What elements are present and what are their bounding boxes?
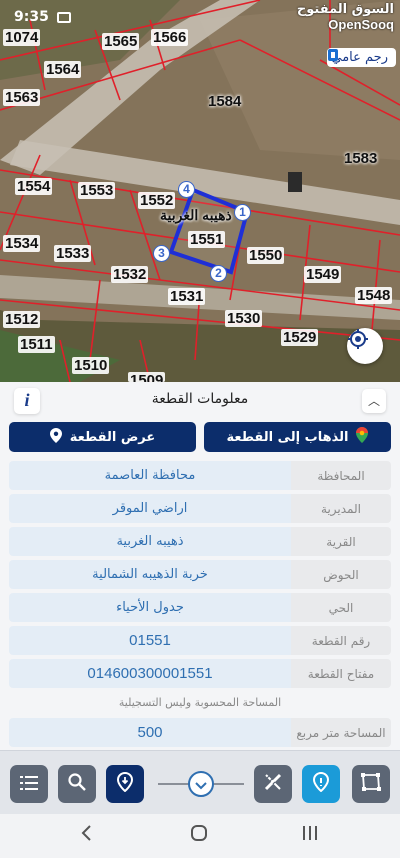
detail-row: محافظة العاصمة المحافظة — [9, 461, 391, 490]
google-maps-icon — [356, 427, 369, 447]
navigate-to-parcel-label: الذهاب إلى القطعة — [226, 429, 349, 445]
detail-row: خربة الذهيبه الشمالية الحوض — [9, 560, 391, 589]
area-key: المساحة متر مربع — [291, 718, 391, 747]
detail-key: الحي — [291, 593, 391, 622]
my-location-button[interactable] — [347, 328, 383, 364]
detail-key: المحافظة — [291, 461, 391, 490]
parcel-label[interactable]: 1510 — [72, 357, 110, 374]
home-icon[interactable] — [190, 824, 208, 847]
area-value: 500 — [9, 718, 291, 747]
detail-key: رقم القطعة — [291, 626, 391, 655]
parcel-label[interactable]: 1584 — [206, 93, 243, 110]
recents-icon[interactable] — [302, 824, 318, 847]
parcel-label[interactable]: 1512 — [3, 311, 41, 328]
parcel-label[interactable]: 1534 — [3, 235, 41, 252]
vertex-marker[interactable]: 1 — [234, 204, 251, 221]
parcel-label[interactable]: 1549 — [304, 266, 342, 283]
detail-value: محافظة العاصمة — [9, 461, 291, 490]
system-nav-bar — [0, 814, 400, 858]
info-icon[interactable]: i — [14, 388, 40, 414]
detail-row: 01551 رقم القطعة — [9, 626, 391, 655]
parcel-info-panel: i معلومات القطعة ︿ عرض القطعة الذهاب إلى… — [0, 382, 400, 750]
location-download-icon — [116, 771, 134, 796]
parcel-map[interactable]: 1074 1565 1566 1564 1563 1584 1583 1554 … — [0, 0, 400, 382]
polygon-tool-button[interactable] — [352, 765, 390, 803]
panel-actions: عرض القطعة الذهاب إلى القطعة — [0, 416, 400, 452]
parcel-label[interactable]: 1550 — [247, 247, 285, 264]
vertex-marker[interactable]: 2 — [210, 265, 227, 282]
chevron-up-icon[interactable]: ︿ — [362, 389, 386, 413]
parcel-label[interactable]: 1583 — [342, 150, 379, 167]
detail-value: خربة الذهيبه الشمالية — [9, 560, 291, 589]
measure-tool-button[interactable] — [254, 765, 292, 803]
list-icon — [20, 775, 38, 794]
list-button[interactable] — [10, 765, 48, 803]
back-icon[interactable] — [80, 824, 92, 847]
chevron-down-icon — [195, 775, 207, 794]
parcel-label[interactable]: 1563 — [3, 89, 41, 106]
parcel-label-selected[interactable]: 1551 — [188, 231, 226, 248]
parcel-label[interactable]: 1533 — [54, 245, 92, 262]
parcel-label[interactable]: 1530 — [225, 310, 263, 327]
status-time: 9:35 — [14, 9, 49, 25]
vertex-marker[interactable]: 4 — [178, 181, 195, 198]
detail-row: 014600300001551 مفتاح القطعة — [9, 659, 391, 688]
opacity-slider-knob[interactable] — [188, 771, 214, 797]
panel-header: i معلومات القطعة ︿ — [0, 382, 400, 416]
map-toolbar — [0, 750, 400, 814]
watermark: السوق المفتوح OpenSooq — [297, 2, 394, 32]
parcel-label[interactable]: 1565 — [102, 33, 140, 50]
locate-parcel-button[interactable] — [106, 765, 144, 803]
panel-title: معلومات القطعة — [151, 391, 249, 407]
area-note: المساحة المحسوبة وليس التسجيلية — [118, 696, 282, 709]
info-pin-icon — [312, 771, 330, 796]
detail-value: 014600300001551 — [9, 659, 291, 688]
parcel-label[interactable]: 1553 — [78, 182, 116, 199]
parcel-label[interactable]: 1531 — [168, 288, 206, 305]
detail-key: القرية — [291, 527, 391, 556]
detail-row: جدول الأحياء الحي — [9, 593, 391, 622]
detail-row: اراضي الموقر المديرية — [9, 494, 391, 523]
detail-row: ذهيبه الغربية القرية — [9, 527, 391, 556]
detail-value: 01551 — [9, 626, 291, 655]
detail-key: المديرية — [291, 494, 391, 523]
parcel-info-button[interactable] — [302, 765, 340, 803]
landmark-text: رجم عامي — [331, 50, 388, 65]
landmark-label[interactable]: رجم عامي — [327, 48, 396, 67]
show-parcel-label: عرض القطعة — [69, 429, 156, 445]
search-icon — [68, 773, 86, 795]
parcel-details: محافظة العاصمة المحافظة اراضي الموقر الم… — [0, 452, 400, 747]
parcel-label[interactable]: 1529 — [281, 329, 319, 346]
parcel-label[interactable]: 1511 — [18, 336, 55, 353]
ruler-pencil-icon — [263, 772, 283, 796]
parcel-label[interactable]: 1564 — [44, 61, 82, 78]
show-parcel-button[interactable]: عرض القطعة — [9, 422, 196, 452]
parcel-label[interactable]: 1509 — [128, 372, 166, 382]
watermark-arabic: السوق المفتوح — [296, 2, 394, 17]
watermark-latin: OpenSooq — [328, 17, 394, 32]
detail-value: ذهيبه الغربية — [9, 527, 291, 556]
detail-value: جدول الأحياء — [9, 593, 291, 622]
parcel-label[interactable]: 1548 — [355, 287, 393, 304]
detail-key: الحوض — [291, 560, 391, 589]
navigate-to-parcel-button[interactable]: الذهاب إلى القطعة — [204, 422, 391, 452]
detail-value: اراضي الموقر — [9, 494, 291, 523]
parcel-label[interactable]: 1532 — [111, 266, 149, 283]
search-button[interactable] — [58, 765, 96, 803]
location-pin-icon — [49, 427, 62, 447]
vertex-marker[interactable]: 3 — [153, 245, 170, 262]
polygon-icon — [360, 772, 382, 796]
area-row: 500 المساحة متر مربع — [9, 718, 391, 747]
screen-record-icon — [56, 11, 71, 23]
parcel-label[interactable]: 1554 — [15, 178, 53, 195]
detail-key: مفتاح القطعة — [291, 659, 391, 688]
selected-parcel-name: ذهيبه الغربية — [160, 207, 232, 223]
